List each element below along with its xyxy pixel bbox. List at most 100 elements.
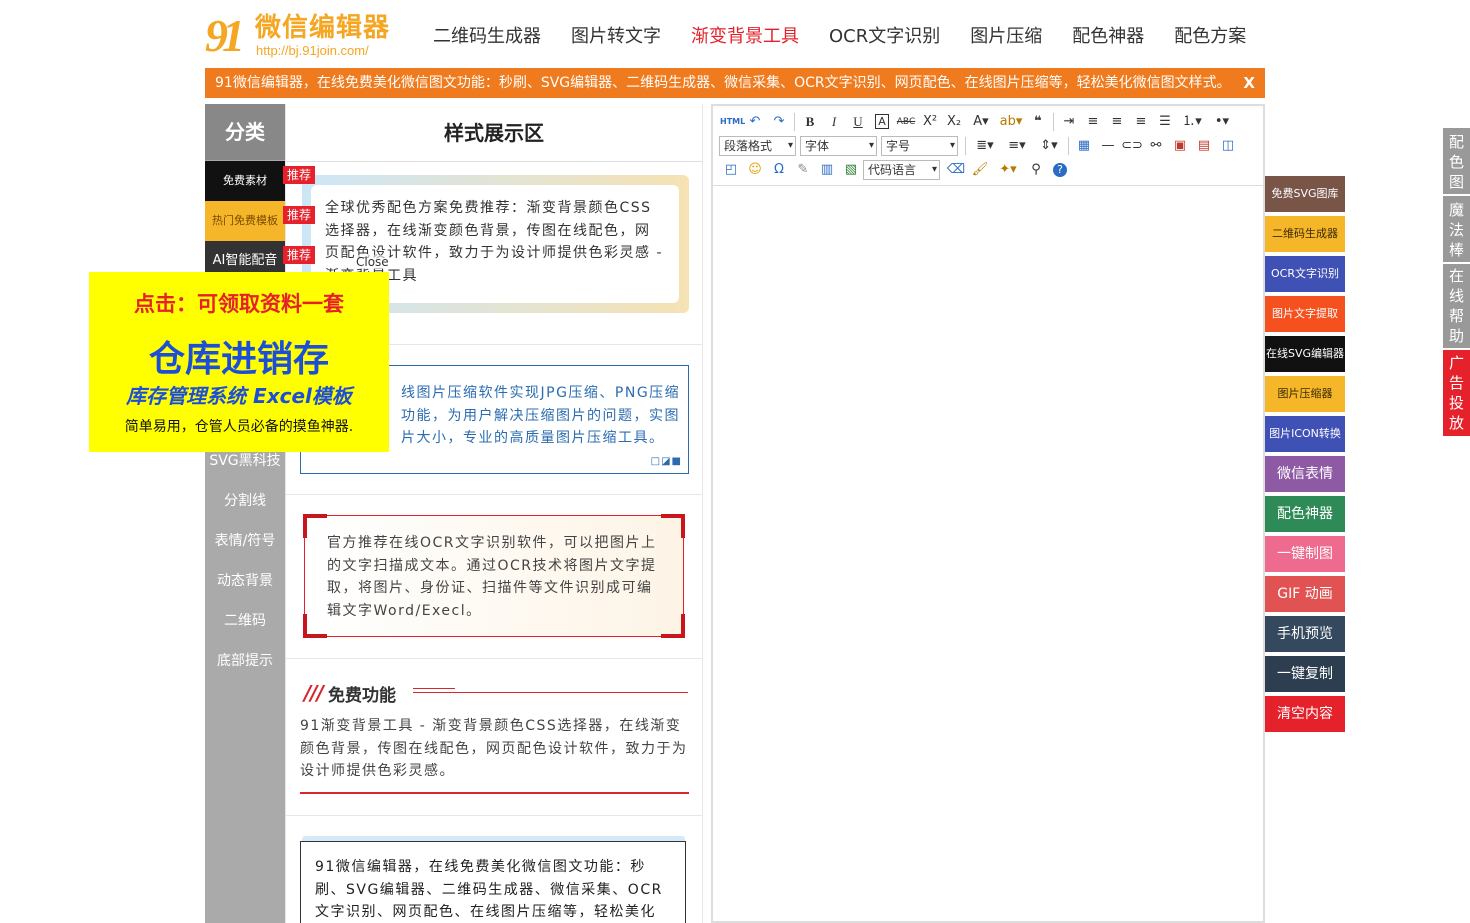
link-icon[interactable]: ⊂⊃ xyxy=(1121,136,1143,156)
style-block-intro[interactable]: 91微信编辑器，在线免费美化微信图文功能：秒刷、SVG编辑器、二维码生成器、微信… xyxy=(286,816,702,923)
side-tab-online-help[interactable]: 在线帮助 xyxy=(1443,264,1470,348)
ad-banner[interactable]: 点击：可领取资料一套 仓库进销存 库存管理系统 Excel模板 简单易用，仓管人… xyxy=(89,272,389,452)
table-icon[interactable]: ▦ xyxy=(1073,136,1095,156)
indent-icon[interactable]: ⇥ xyxy=(1058,112,1080,132)
nav-qrcode[interactable]: 二维码生成器 xyxy=(433,24,541,50)
auto-format-icon[interactable]: ✦▾ xyxy=(993,160,1023,180)
template-icon[interactable]: ◫ xyxy=(1217,136,1239,156)
right-tool-button[interactable]: 一键制图 xyxy=(1265,536,1345,572)
corner-decoration xyxy=(303,614,327,638)
toolbar-separator xyxy=(1053,113,1054,131)
right-tool-button[interactable]: 一键复制 xyxy=(1265,656,1345,692)
redo-icon[interactable]: ↷ xyxy=(768,112,790,132)
style-area-title: 样式展示区 xyxy=(286,104,702,162)
font-border-icon[interactable]: A xyxy=(871,112,893,132)
line-height-icon[interactable]: ≣▾ xyxy=(970,136,1000,156)
nav-gradient-bg[interactable]: 渐变背景工具 xyxy=(691,24,799,50)
format-brush-icon[interactable]: 🖌 xyxy=(969,160,991,180)
ordered-list-icon[interactable]: ⒈▾ xyxy=(1178,112,1206,132)
category-item-hot-templates[interactable]: 热门免费模板 xyxy=(205,201,285,241)
blockquote-icon[interactable]: ❝ xyxy=(1027,112,1049,132)
nav-image-compress[interactable]: 图片压缩 xyxy=(970,24,1042,50)
align-justify-icon[interactable]: ☰ xyxy=(1154,112,1176,132)
music-icon[interactable]: ▧ xyxy=(840,160,862,180)
scrawl-icon[interactable]: ✎ xyxy=(792,160,814,180)
right-tool-button[interactable]: GIF 动画 xyxy=(1265,576,1345,612)
toolbar-row-3: ◰ ☺ Ω ✎ ▥ ▧ 代码语言 ⌫ 🖌 ✦▾ ⚲ ? xyxy=(719,159,1072,181)
font-size-select[interactable]: 字号 xyxy=(881,136,958,156)
right-tool-button[interactable]: OCR文字识别 xyxy=(1265,256,1345,292)
free-features-title: 免费功能 xyxy=(328,686,396,706)
preview-icon[interactable]: ◰ xyxy=(720,160,742,180)
image-icon[interactable]: ▣ xyxy=(1169,136,1191,156)
subscript-icon[interactable]: X₂ xyxy=(943,112,965,132)
site-logo[interactable]: 91 微信编辑器 http://bj.91join.com/ xyxy=(205,12,395,62)
corner-decoration xyxy=(303,514,327,538)
bold-icon[interactable]: B xyxy=(799,112,821,132)
nav-ocr[interactable]: OCR文字识别 xyxy=(829,24,940,50)
category-item-qrcode[interactable]: 二维码 xyxy=(205,601,285,641)
editor-content-area[interactable] xyxy=(713,187,1263,921)
side-tab-magic-wand[interactable]: 魔法棒 xyxy=(1443,196,1470,262)
align-center-icon[interactable]: ≡ xyxy=(1106,112,1128,132)
category-item-emoji[interactable]: 表情/符号 xyxy=(205,521,285,561)
nav-color-scheme[interactable]: 配色方案 xyxy=(1174,24,1246,50)
right-tool-button[interactable]: 配色神器 xyxy=(1265,496,1345,532)
highlight-color-icon[interactable]: ab▾ xyxy=(997,112,1025,132)
horizontal-rule-icon[interactable]: — xyxy=(1097,136,1119,156)
side-tab-color-image[interactable]: 配色图 xyxy=(1443,128,1470,194)
style-block-free-features[interactable]: /// 免费功能 91渐变背景工具 - 渐变背景颜色CSS选择器，在线渐变颜色背… xyxy=(286,659,702,816)
close-label[interactable]: Close xyxy=(356,255,389,269)
align-right-icon[interactable]: ≡ xyxy=(1130,112,1152,132)
intro-card: 91微信编辑器，在线免费美化微信图文功能：秒刷、SVG编辑器、二维码生成器、微信… xyxy=(300,841,686,923)
toolbar-row-2: 段落格式 字体 字号 ≣▾ ≡▾ ⇕▾ ▦ — ⊂⊃ ⚯ ▣ ▤ ◫ xyxy=(719,135,1240,157)
right-tool-button[interactable]: 二维码生成器 xyxy=(1265,216,1345,252)
video-icon[interactable]: ▥ xyxy=(816,160,838,180)
right-tool-button[interactable]: 图片ICON转换 xyxy=(1265,416,1345,452)
underline-icon[interactable]: U xyxy=(847,112,869,132)
stripes-icon: /// xyxy=(304,681,324,705)
row-spacing-icon[interactable]: ⇕▾ xyxy=(1034,136,1064,156)
font-color-icon[interactable]: A▾ xyxy=(967,112,995,132)
category-item-footer-tip[interactable]: 底部提示 xyxy=(205,641,285,681)
logo-mark: 91 xyxy=(205,10,245,61)
right-tool-button[interactable]: 微信表情 xyxy=(1265,456,1345,492)
category-item-divider[interactable]: 分割线 xyxy=(205,481,285,521)
unordered-list-icon[interactable]: •▾ xyxy=(1208,112,1236,132)
toolbar-separator xyxy=(965,137,966,155)
style-block-ocr[interactable]: 官方推荐在线OCR文字识别软件，可以把图片上的文字扫描成文本。通过OCR技术将图… xyxy=(286,495,702,659)
right-tool-button[interactable]: 免费SVG图库 xyxy=(1265,176,1345,212)
italic-icon[interactable]: I xyxy=(823,112,845,132)
right-tool-button[interactable]: 图片文字提取 xyxy=(1265,296,1345,332)
code-language-select[interactable]: 代码语言 xyxy=(863,160,940,180)
category-item-animated-bg[interactable]: 动态背景 xyxy=(205,561,285,601)
notice-bar: 91微信编辑器，在线免费美化微信图文功能：秒刷、SVG编辑器、二维码生成器、微信… xyxy=(205,68,1265,98)
paragraph-format-select[interactable]: 段落格式 xyxy=(719,136,796,156)
eraser-icon[interactable]: ⌫ xyxy=(945,160,967,180)
paragraph-spacing-icon[interactable]: ≡▾ xyxy=(1002,136,1032,156)
nav-color-tool[interactable]: 配色神器 xyxy=(1072,24,1144,50)
multi-image-icon[interactable]: ▤ xyxy=(1193,136,1215,156)
nav-image-to-text[interactable]: 图片转文字 xyxy=(571,24,661,50)
align-left-icon[interactable]: ≡ xyxy=(1082,112,1104,132)
ocr-card: 官方推荐在线OCR文字识别软件，可以把图片上的文字扫描成文本。通过OCR技术将图… xyxy=(304,515,684,637)
side-tab-ad[interactable]: 广告投放 xyxy=(1443,350,1470,436)
search-replace-icon[interactable]: ⚲ xyxy=(1025,160,1047,180)
html-source-icon[interactable]: HTML xyxy=(720,112,745,132)
font-family-select[interactable]: 字体 xyxy=(800,136,877,156)
special-char-icon[interactable]: Ω xyxy=(768,160,790,180)
right-tool-button[interactable]: 手机预览 xyxy=(1265,616,1345,652)
help-icon[interactable]: ? xyxy=(1049,160,1071,180)
right-tool-button[interactable]: 清空内容 xyxy=(1265,696,1345,732)
undo-icon[interactable]: ↶ xyxy=(744,112,766,132)
compress-card-text: 线图片压缩软件实现JPG压缩、PNG压缩功能，为用户解决压缩图片的问题，实图片大… xyxy=(401,385,681,446)
unlink-icon[interactable]: ⚯ xyxy=(1145,136,1167,156)
editor-toolbar: HTML ↶ ↷ B I U A ABC X² X₂ A▾ ab▾ ❝ ⇥ ≡ … xyxy=(713,106,1263,186)
superscript-icon[interactable]: X² xyxy=(919,112,941,132)
right-tool-button[interactable]: 图片压缩器 xyxy=(1265,376,1345,412)
category-item-free-material[interactable]: 免费素材 xyxy=(205,161,285,201)
notice-close-button[interactable]: X xyxy=(1243,68,1255,98)
emotion-icon[interactable]: ☺ xyxy=(744,160,766,180)
right-tool-button[interactable]: 在线SVG编辑器 xyxy=(1265,336,1345,372)
strikethrough-icon[interactable]: ABC xyxy=(895,112,917,132)
